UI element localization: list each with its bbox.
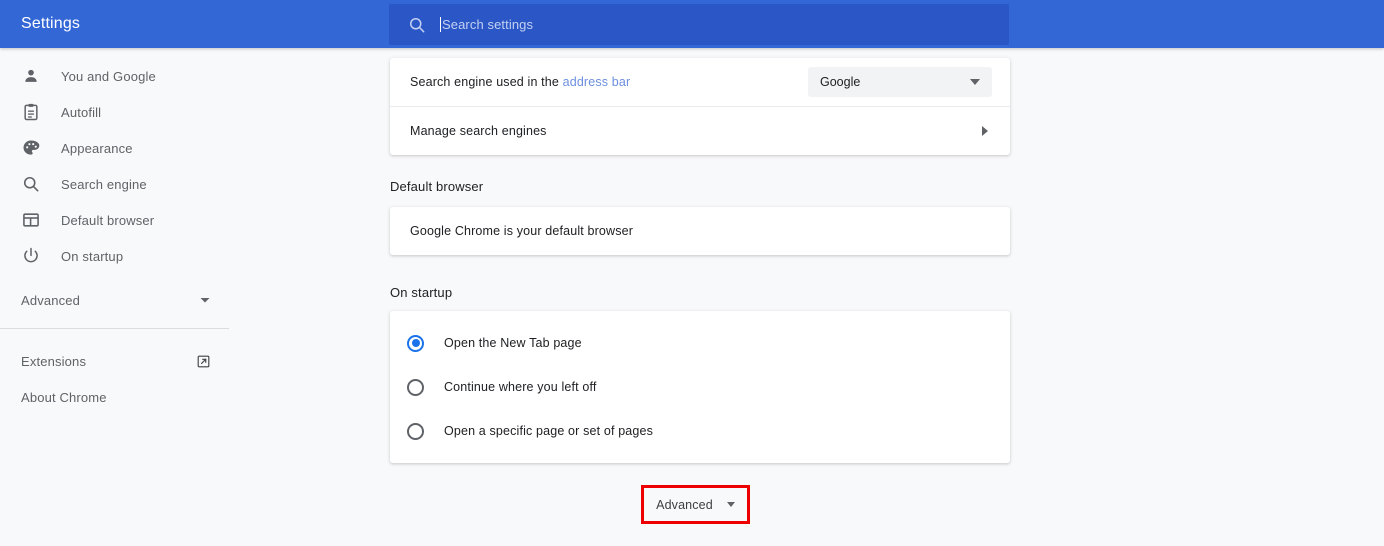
- on-startup-option-new-tab[interactable]: Open the New Tab page: [390, 321, 1010, 365]
- search-engine-select-value: Google: [820, 75, 970, 89]
- search-engine-card: Search engine used in the address bar Go…: [390, 58, 1010, 155]
- page-title: Settings: [21, 0, 80, 48]
- advanced-expand-button[interactable]: Advanced: [644, 488, 747, 521]
- default-browser-status-text: Google Chrome is your default browser: [410, 224, 633, 238]
- browser-window-icon: [21, 210, 41, 230]
- default-browser-card: Google Chrome is your default browser: [390, 207, 1010, 255]
- search-input[interactable]: Search settings: [442, 17, 533, 32]
- sidebar-item-label: On startup: [61, 249, 123, 264]
- chevron-down-icon: [199, 294, 211, 306]
- sidebar-item-autofill[interactable]: Autofill: [0, 94, 229, 130]
- sidebar-item-appearance[interactable]: Appearance: [0, 130, 229, 166]
- settings-sidebar: You and Google Autofill Appearance Searc…: [0, 48, 229, 546]
- search-engine-select[interactable]: Google: [808, 67, 992, 97]
- sidebar-item-label: About Chrome: [21, 390, 211, 405]
- on-startup-section-title: On startup: [390, 285, 452, 300]
- manage-search-engines-label: Manage search engines: [410, 124, 990, 138]
- default-browser-status-row: Google Chrome is your default browser: [390, 207, 1010, 255]
- external-link-icon: [196, 354, 211, 369]
- sidebar-item-search-engine[interactable]: Search engine: [0, 166, 229, 202]
- palette-icon: [21, 138, 41, 158]
- power-icon: [21, 246, 41, 266]
- sidebar-item-label: Search engine: [61, 177, 147, 192]
- chevron-right-icon: [982, 126, 988, 136]
- sidebar-item-label: Advanced: [21, 293, 199, 308]
- settings-header: Settings Search settings: [0, 0, 1384, 48]
- search-engine-row: Search engine used in the address bar Go…: [390, 58, 1010, 106]
- person-icon: [21, 66, 41, 86]
- radio-button[interactable]: [407, 379, 424, 396]
- sidebar-item-default-browser[interactable]: Default browser: [0, 202, 229, 238]
- sidebar-item-label: Autofill: [61, 105, 101, 120]
- search-settings-box[interactable]: Search settings: [389, 4, 1009, 45]
- sidebar-divider: [0, 328, 229, 329]
- radio-button-selected[interactable]: [407, 335, 424, 352]
- radio-button[interactable]: [407, 423, 424, 440]
- sidebar-item-label: You and Google: [61, 69, 156, 84]
- search-engine-row-label-text: Search engine used in the: [410, 75, 563, 89]
- advanced-button-label: Advanced: [656, 498, 713, 512]
- sidebar-item-label: Default browser: [61, 213, 154, 228]
- sidebar-item-on-startup[interactable]: On startup: [0, 238, 229, 274]
- on-startup-option-label: Open a specific page or set of pages: [444, 424, 653, 438]
- advanced-button-highlight: Advanced: [641, 485, 750, 524]
- on-startup-option-label: Open the New Tab page: [444, 336, 582, 350]
- manage-search-engines-row[interactable]: Manage search engines: [390, 107, 1010, 155]
- on-startup-option-continue[interactable]: Continue where you left off: [390, 365, 1010, 409]
- search-icon: [407, 15, 427, 35]
- on-startup-option-specific-page[interactable]: Open a specific page or set of pages: [390, 409, 1010, 453]
- settings-content: Search engine used in the address bar Go…: [229, 48, 1384, 546]
- sidebar-item-advanced[interactable]: Advanced: [0, 282, 229, 318]
- search-text-caret: [440, 17, 441, 32]
- sidebar-item-you-and-google[interactable]: You and Google: [0, 58, 229, 94]
- chevron-down-icon: [727, 502, 735, 507]
- sidebar-item-label: Extensions: [21, 354, 196, 369]
- sidebar-item-about-chrome[interactable]: About Chrome: [0, 379, 229, 415]
- sidebar-item-label: Appearance: [61, 141, 133, 156]
- magnifier-icon: [21, 174, 41, 194]
- default-browser-section-title: Default browser: [390, 179, 483, 194]
- chevron-down-icon: [970, 79, 980, 85]
- sidebar-item-extensions[interactable]: Extensions: [0, 343, 229, 379]
- on-startup-option-label: Continue where you left off: [444, 380, 597, 394]
- address-bar-link[interactable]: address bar: [563, 75, 631, 89]
- clipboard-icon: [21, 102, 41, 122]
- on-startup-card: Open the New Tab page Continue where you…: [390, 311, 1010, 463]
